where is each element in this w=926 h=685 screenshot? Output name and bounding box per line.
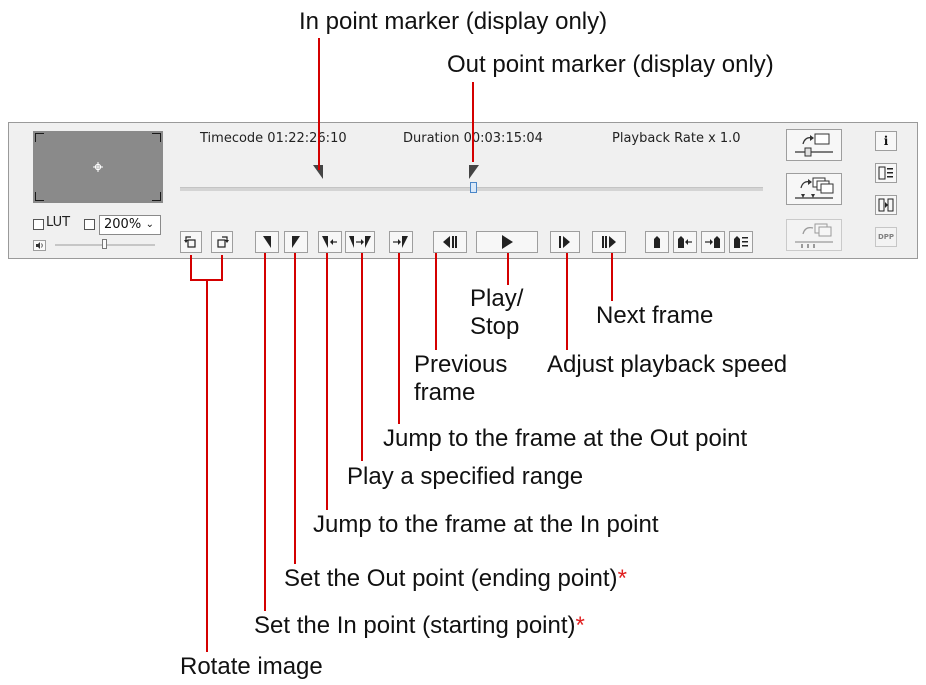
position-indicator[interactable]: [470, 182, 477, 193]
focus-crosshair-icon: [93, 162, 103, 172]
play-stop-label: Play/ Stop: [470, 285, 523, 341]
set-out-asterisk: *: [617, 565, 627, 592]
corner-mark-br: [152, 192, 161, 201]
zoom-checkbox[interactable]: [84, 219, 95, 230]
rotate-image-label: Rotate image: [180, 653, 323, 680]
jump-to-out-point-button[interactable]: [389, 231, 413, 253]
chapter-icon: [654, 236, 660, 248]
merge-clips-icon: [878, 198, 894, 212]
leader-line-rotate-right-tick: [221, 255, 223, 280]
jump-to-out-point-icon: [393, 236, 408, 248]
jump-to-in-point-button[interactable]: [318, 231, 342, 253]
next-frame-button[interactable]: [592, 231, 626, 253]
previous-chapter-icon: [678, 236, 692, 248]
leader-line-jump-out: [398, 253, 400, 424]
rotate-left-button[interactable]: [180, 231, 202, 253]
previous-chapter-button[interactable]: [673, 231, 697, 253]
set-out-text: Set the Out point (ending point): [284, 565, 618, 592]
play-icon: [502, 235, 513, 249]
previous-frame-button[interactable]: [433, 231, 467, 253]
set-in-point-icon: [263, 236, 271, 248]
lut-label: LUT: [46, 215, 71, 230]
multi-frame-grab-button[interactable]: [786, 173, 842, 205]
rotate-right-button[interactable]: [211, 231, 233, 253]
leader-line-set-in: [264, 253, 266, 611]
leader-line-in-marker: [318, 38, 320, 170]
play-range-label: Play a specified range: [347, 463, 584, 490]
leader-line-rotate-left-tick: [190, 255, 192, 280]
adjust-playback-speed-button[interactable]: [550, 231, 580, 253]
zoom-select[interactable]: 200% ⌄: [99, 215, 161, 235]
next-chapter-button[interactable]: [701, 231, 725, 253]
set-in-text: Set the In point (starting point): [254, 612, 576, 639]
leader-line-rotate-stem: [206, 279, 208, 652]
corner-mark-tr: [152, 133, 161, 142]
frame-grab-button[interactable]: [786, 129, 842, 161]
next-frame-label: Next frame: [596, 302, 714, 329]
corner-mark-tl: [35, 133, 44, 142]
frame-list-icon: [878, 166, 893, 180]
leader-line-play-range: [361, 253, 363, 461]
play-stop-label-line1: Play/: [470, 285, 524, 312]
frame-grab-disabled-button[interactable]: [786, 219, 842, 251]
next-chapter-icon: [705, 236, 720, 248]
playback-rate-display: Playback Rate x 1.0: [612, 131, 741, 146]
speaker-icon[interactable]: [33, 240, 46, 251]
leader-line-jump-in: [326, 253, 328, 510]
adjust-playback-speed-icon: [559, 236, 570, 248]
set-in-point-button[interactable]: [255, 231, 279, 253]
set-in-label: Set the In point (starting point)*: [254, 612, 585, 640]
rotate-left-icon: [184, 236, 196, 248]
out-point-marker-icon: [469, 165, 479, 179]
jump-out-label: Jump to the frame at the Out point: [383, 425, 748, 452]
set-out-point-icon: [292, 236, 300, 248]
previous-frame-icon: [443, 236, 457, 248]
jump-to-in-point-icon: [322, 236, 337, 248]
out-point-marker-label: Out point marker (display only): [447, 51, 774, 78]
in-point-marker-label: In point marker (display only): [299, 8, 608, 35]
frame-list-button[interactable]: [875, 163, 897, 183]
frame-grab-range-icon: [795, 223, 833, 248]
play-stop-button[interactable]: [476, 231, 538, 253]
chapter-list-button[interactable]: [729, 231, 753, 253]
chevron-down-icon: ⌄: [145, 219, 154, 230]
set-in-asterisk: *: [575, 612, 585, 639]
leader-line-next-frame: [611, 253, 613, 301]
corner-mark-bl: [35, 192, 44, 201]
leader-line-adjust-speed: [566, 253, 568, 350]
leader-line-out-marker: [472, 82, 474, 162]
merge-clips-button[interactable]: [875, 195, 897, 215]
play-range-icon: [349, 236, 371, 248]
play-stop-label-line2: Stop: [470, 313, 520, 340]
set-out-label: Set the Out point (ending point)*: [284, 565, 627, 593]
info-icon: i: [883, 134, 889, 148]
rotate-right-icon: [217, 236, 229, 248]
preview-thumbnail[interactable]: [33, 131, 163, 203]
volume-slider-thumb[interactable]: [102, 239, 107, 249]
chapter-button[interactable]: [645, 231, 669, 253]
adjust-speed-label: Adjust playback speed: [547, 351, 788, 378]
zoom-value: 200%: [104, 217, 142, 232]
movie-player-panel: LUT 200% ⌄ Timecode 01:22:26:10 Duration…: [8, 122, 918, 259]
previous-frame-label-line1: Previous: [414, 351, 508, 378]
info-button[interactable]: i: [875, 131, 897, 151]
leader-line-previous-frame: [435, 253, 437, 350]
chapter-list-icon: [734, 236, 748, 248]
previous-frame-label-line2: frame: [414, 379, 476, 406]
next-frame-icon: [602, 236, 616, 248]
timecode-display: Timecode 01:22:26:10: [200, 131, 347, 146]
lut-checkbox[interactable]: [33, 219, 44, 230]
set-out-point-button[interactable]: [284, 231, 308, 253]
multi-frame-grab-icon: [795, 177, 834, 199]
frame-grab-icon: [795, 133, 833, 157]
leader-line-play-stop: [507, 253, 509, 285]
previous-frame-label: Previous frame: [414, 351, 507, 407]
leader-line-set-out: [294, 253, 296, 564]
jump-in-label: Jump to the frame at the In point: [313, 511, 659, 538]
dpp-label: DPP: [877, 233, 895, 241]
play-range-button[interactable]: [345, 231, 375, 253]
dpp-button[interactable]: DPP: [875, 227, 897, 247]
